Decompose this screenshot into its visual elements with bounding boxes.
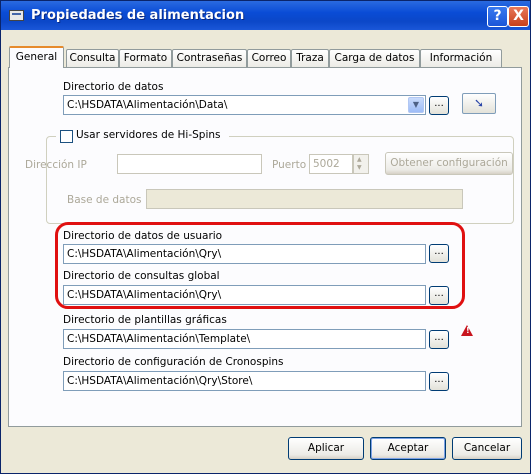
connect-arrow-button[interactable]: ➘ [462, 93, 496, 114]
warning-icon [461, 325, 473, 336]
help-button[interactable]: ? [487, 6, 508, 27]
apply-button[interactable]: Aplicar [288, 437, 364, 460]
tab-correo[interactable]: Correo [247, 49, 291, 67]
get-config-button[interactable]: Obtener configuración [385, 152, 513, 175]
chevron-down-icon[interactable]: ▼ [408, 97, 424, 113]
templates-dir-label: Directorio de plantillas gráficas [63, 314, 227, 326]
data-dir-value: C:\HSDATA\Alimentación\Data\ [67, 99, 228, 111]
tab-general[interactable]: General [9, 46, 64, 68]
title-bar[interactable]: Propiedades de alimentacion ? X [1, 1, 530, 30]
db-label: Base de datos [67, 194, 142, 206]
data-dir-label: Directorio de datos [63, 81, 164, 93]
port-input[interactable]: 5002 [309, 154, 353, 174]
tab-consulta[interactable]: Consulta [66, 49, 119, 67]
close-button[interactable]: X [508, 6, 529, 27]
tab-formato[interactable]: Formato [119, 49, 172, 67]
ip-input[interactable] [117, 154, 262, 174]
hispins-group-header: Usar servidores de Hi-Spins [56, 129, 229, 143]
data-dir-combo[interactable]: C:\HSDATA\Alimentación\Data\ [63, 95, 426, 115]
data-dir-browse-button[interactable]: ... [429, 96, 449, 115]
tab-carga-de-datos[interactable]: Carga de datos [329, 49, 420, 67]
port-label: Puerto [272, 159, 307, 171]
hispins-checkbox-label: Usar servidores de Hi-Spins [76, 129, 221, 141]
db-combo[interactable] [146, 189, 463, 209]
port-spinner[interactable] [353, 154, 369, 174]
highlight-annotation [55, 222, 465, 309]
templates-dir-browse-button[interactable]: ... [429, 330, 449, 349]
tab-strip: General Consulta Formato Contraseñas Cor… [9, 46, 525, 69]
arrow-icon: ➘ [473, 96, 485, 110]
cronospins-dir-browse-button[interactable]: ... [429, 372, 449, 391]
hispins-group [46, 136, 514, 224]
window-title: Propiedades de alimentacion [31, 8, 245, 23]
ip-label: Dirección IP [25, 159, 87, 171]
accept-button[interactable]: Aceptar [370, 437, 446, 460]
hispins-checkbox[interactable] [60, 130, 73, 143]
cronospins-dir-input[interactable]: C:\HSDATA\Alimentación\Qry\Store\ [63, 371, 426, 391]
tab-contrasenas[interactable]: Contraseñas [172, 49, 247, 67]
tab-informacion[interactable]: Información [420, 49, 502, 67]
tab-traza[interactable]: Traza [291, 49, 329, 67]
app-window-icon [9, 10, 24, 21]
templates-dir-input[interactable]: C:\HSDATA\Alimentación\Template\ [63, 329, 426, 349]
cancel-button[interactable]: Cancelar [452, 437, 522, 460]
cronospins-dir-label: Directorio de configuración de Cronospin… [63, 356, 284, 368]
